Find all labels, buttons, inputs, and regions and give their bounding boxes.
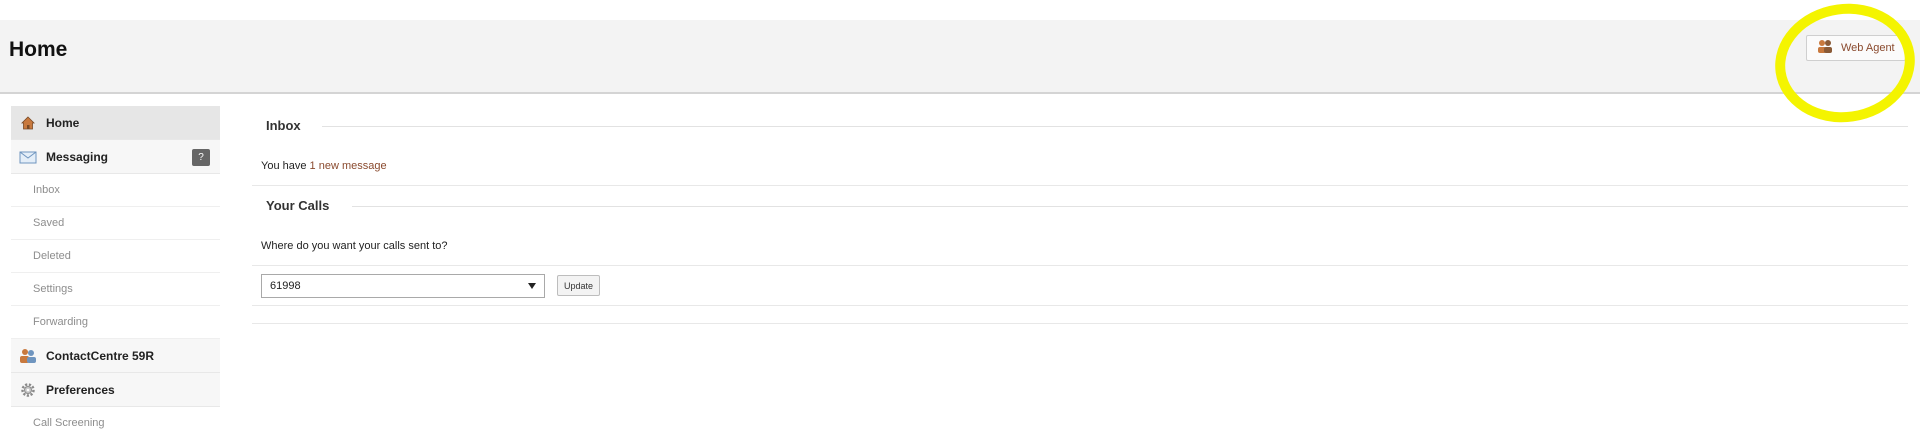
sidebar-subitem-saved[interactable]: Saved <box>11 207 220 240</box>
gear-icon <box>19 381 37 399</box>
sidebar: Home Messaging ? Inbox Saved Deleted Set… <box>11 106 220 429</box>
inbox-message-row: You have 1 new message <box>252 146 1908 186</box>
people-icon <box>19 347 37 365</box>
sidebar-item-messaging[interactable]: Messaging ? <box>11 140 220 174</box>
sidebar-item-contact-centre[interactable]: ContactCentre 59R <box>11 339 220 373</box>
messaging-count-badge: ? <box>192 149 210 166</box>
dropdown-arrow-icon <box>528 280 536 292</box>
calls-destination-row: 61998 Update <box>252 266 1908 306</box>
page-title: Home <box>9 38 68 61</box>
section-divider <box>352 206 1908 207</box>
house-icon <box>19 114 37 132</box>
sidebar-item-label: Messaging <box>46 149 109 164</box>
spacer-row <box>252 306 1908 324</box>
sidebar-item-label: ContactCentre 59R <box>46 348 155 363</box>
top-strip <box>0 0 1920 20</box>
call-destination-value: 61998 <box>270 279 301 292</box>
sidebar-subitem-settings[interactable]: Settings <box>11 273 220 306</box>
call-destination-select[interactable]: 61998 <box>261 273 545 298</box>
sidebar-subitem-call-screening[interactable]: Call Screening <box>11 407 220 429</box>
calls-question-row: Where do you want your calls sent to? <box>252 226 1908 266</box>
sidebar-item-preferences[interactable]: Preferences <box>11 373 220 407</box>
calls-question-text: Where do you want your calls sent to? <box>261 239 448 252</box>
sidebar-item-home[interactable]: Home <box>11 106 220 140</box>
envelope-icon <box>19 148 37 166</box>
sidebar-item-label: Preferences <box>46 382 115 397</box>
sidebar-subitem-deleted[interactable]: Deleted <box>11 240 220 273</box>
main-content: Inbox You have 1 new message Your Calls … <box>252 106 1908 324</box>
section-divider <box>322 126 1908 127</box>
sidebar-item-label: Home <box>46 115 80 130</box>
calls-section-header: Your Calls <box>252 186 1908 226</box>
sidebar-subitem-forwarding[interactable]: Forwarding <box>11 306 220 339</box>
inbox-section-title: Inbox <box>266 118 317 133</box>
sidebar-subitem-inbox[interactable]: Inbox <box>11 174 220 207</box>
inbox-section-header: Inbox <box>252 106 1908 146</box>
new-message-link[interactable]: 1 new message <box>310 160 387 172</box>
inbox-text: You have <box>261 159 307 172</box>
update-button[interactable]: Update <box>557 275 601 296</box>
page-header: Home Web Agent <box>0 20 1920 94</box>
calls-section-title: Your Calls <box>266 198 346 213</box>
